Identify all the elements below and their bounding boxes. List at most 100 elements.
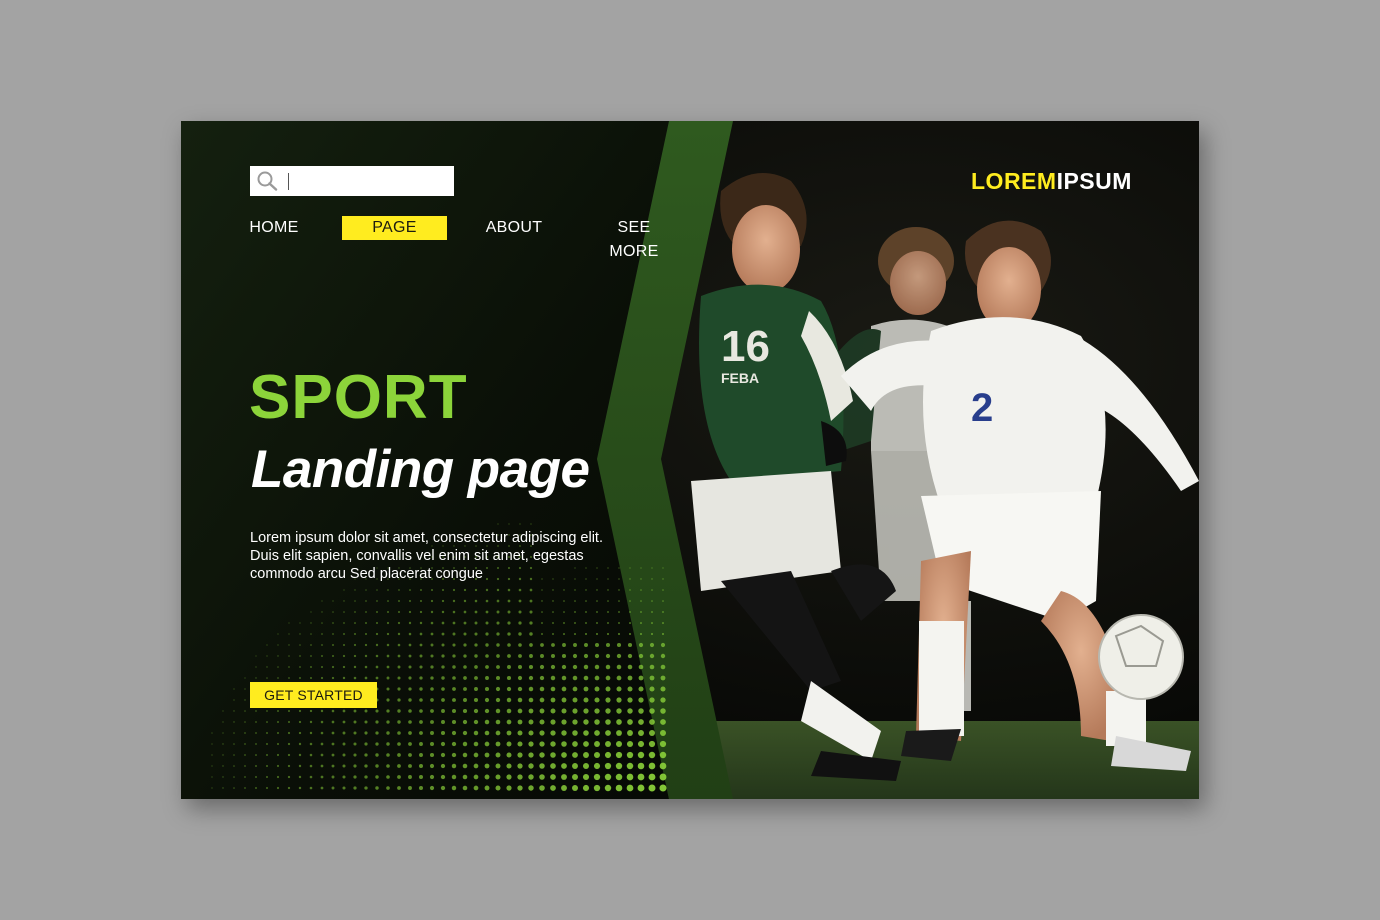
halftone-dot [518, 621, 522, 625]
halftone-dot [452, 665, 456, 669]
nav-item-see-more[interactable]: SEE MORE [591, 216, 677, 260]
halftone-dot [616, 686, 622, 692]
halftone-dot [408, 610, 412, 614]
halftone-dot [627, 675, 633, 681]
halftone-dot [572, 686, 578, 692]
halftone-dot [618, 622, 620, 624]
halftone-dot [266, 666, 268, 668]
halftone-dot [604, 751, 612, 759]
halftone-dot [583, 708, 589, 714]
halftone-dot [517, 697, 523, 703]
halftone-dot [529, 621, 533, 625]
nav-item-page[interactable]: PAGE [342, 216, 447, 240]
halftone-dot [342, 753, 346, 757]
halftone-dot [541, 622, 543, 624]
halftone-dot [222, 710, 224, 712]
halftone-dot [585, 600, 587, 602]
halftone-dot [266, 677, 268, 679]
halftone-dot [651, 611, 653, 613]
halftone-dot [651, 633, 653, 635]
halftone-dot [321, 611, 323, 613]
halftone-dot [582, 762, 590, 770]
halftone-dot [618, 578, 620, 580]
halftone-dot [353, 665, 357, 669]
halftone-dot [321, 600, 323, 602]
halftone-dot [365, 611, 367, 613]
halftone-dot [572, 653, 578, 659]
halftone-dot [605, 642, 611, 648]
nav-item-about[interactable]: ABOUT [483, 216, 545, 240]
halftone-dot [343, 633, 345, 635]
halftone-dot [463, 599, 467, 603]
halftone-dot [298, 731, 302, 735]
halftone-dot [540, 654, 544, 658]
halftone-dot [604, 773, 612, 781]
halftone-dot [397, 687, 401, 691]
halftone-dot [495, 730, 501, 736]
halftone-dot [485, 654, 489, 658]
search-input[interactable] [292, 166, 450, 196]
halftone-dot [233, 688, 235, 690]
halftone-dot [484, 752, 490, 758]
search-box[interactable] [250, 166, 454, 196]
halftone-dot [430, 632, 434, 636]
halftone-dot [441, 687, 445, 691]
halftone-dot [626, 773, 634, 781]
halftone-dot [618, 600, 620, 602]
halftone-dot [615, 740, 623, 748]
halftone-dot [662, 589, 664, 591]
halftone-dot [398, 600, 400, 602]
halftone-dot [211, 787, 213, 789]
halftone-dot [244, 699, 246, 701]
halftone-dot [342, 720, 346, 724]
halftone-dot [618, 611, 620, 613]
halftone-dot [627, 653, 633, 659]
text-caret [288, 173, 289, 190]
halftone-dot [550, 774, 556, 780]
halftone-dot [320, 764, 324, 768]
halftone-dot [485, 599, 489, 603]
halftone-dot [618, 567, 620, 569]
halftone-dot [386, 742, 390, 746]
halftone-dot [364, 709, 368, 713]
halftone-dot [386, 731, 390, 735]
halftone-dot [583, 664, 589, 670]
halftone-dot [320, 665, 324, 669]
halftone-dot [298, 720, 302, 724]
halftone-dot [332, 633, 334, 635]
halftone-dot [364, 786, 368, 790]
halftone-dot [309, 764, 313, 768]
halftone-dot [375, 654, 379, 658]
halftone-dot [452, 621, 456, 625]
halftone-dot [266, 721, 268, 723]
halftone-dot [518, 610, 522, 614]
halftone-dot [594, 730, 600, 736]
nav-item-home[interactable]: HOME [249, 216, 299, 240]
halftone-dot [659, 773, 667, 781]
halftone-dot [583, 675, 589, 681]
brand-logo[interactable]: LOREMIPSUM [971, 168, 1132, 195]
halftone-dot [287, 709, 291, 713]
halftone-dot [397, 632, 401, 636]
halftone-dot [452, 687, 456, 691]
halftone-dot [397, 610, 401, 614]
halftone-dot [408, 742, 412, 746]
halftone-dot [615, 762, 623, 770]
halftone-dot [648, 784, 656, 792]
halftone-dot [353, 654, 357, 658]
halftone-dot [365, 600, 367, 602]
halftone-dot [353, 775, 357, 779]
halftone-dot [605, 730, 611, 736]
halftone-dot [255, 710, 257, 712]
halftone-dot [495, 785, 501, 791]
halftone-dot [408, 654, 412, 658]
halftone-dot [277, 633, 279, 635]
halftone-dot [342, 643, 346, 647]
halftone-dot [343, 589, 345, 591]
halftone-dot [429, 763, 435, 769]
halftone-dot [574, 633, 576, 635]
halftone-dot [288, 655, 290, 657]
halftone-dot [640, 622, 642, 624]
get-started-button[interactable]: GET STARTED [250, 682, 377, 708]
halftone-dot [648, 740, 656, 748]
